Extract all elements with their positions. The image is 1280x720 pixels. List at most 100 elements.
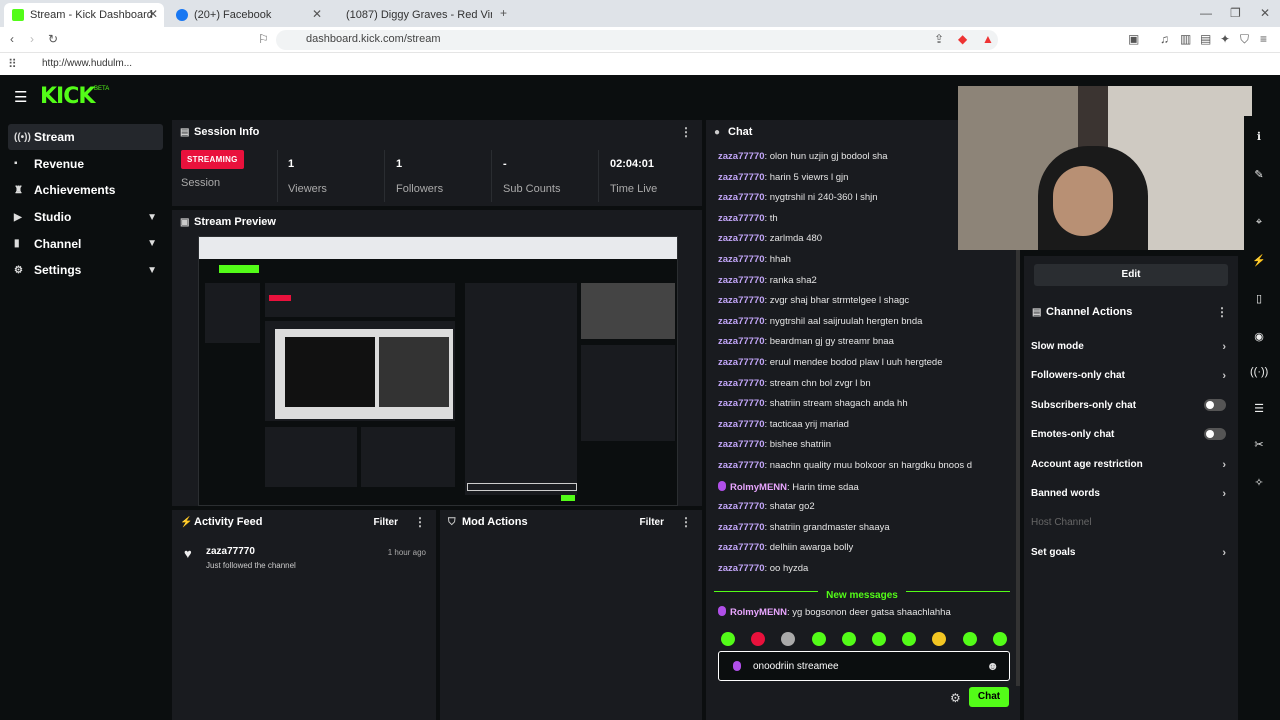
chat-username[interactable]: zaza77770 [718,439,764,450]
chat-username[interactable]: zaza77770 [718,316,764,327]
info-icon[interactable]: ℹ [1250,130,1268,143]
chat-username[interactable]: zaza77770 [718,336,764,347]
reload-icon[interactable]: ↻ [48,32,58,46]
channel-action-row[interactable]: Followers-only chat › [1031,370,1226,382]
menu-icon[interactable]: ≡ [1260,32,1267,46]
bolt-icon[interactable]: ⚡ [1250,254,1268,267]
chat-send-button[interactable]: Chat [969,687,1009,707]
media-icon[interactable]: ♫ [1160,32,1169,46]
activity-user[interactable]: zaza77770 [206,546,255,557]
kick-logo[interactable]: KICK [40,84,95,109]
chat-username[interactable]: zaza77770 [718,542,764,553]
channel-action-row[interactable]: Slow mode › [1031,341,1226,353]
chat-username[interactable]: zaza77770 [718,172,764,183]
forward-icon[interactable]: › [30,32,34,46]
chat-bubble-icon[interactable]: ◉ [1250,330,1268,343]
layers-icon[interactable]: ☰ [1250,402,1268,415]
vpn-icon[interactable]: ⛉ [1240,32,1249,47]
channel-action-row[interactable]: Banned words › [1031,488,1226,500]
filter-button[interactable]: Filter [640,517,664,528]
wallet-icon[interactable]: ▤ [1200,32,1211,46]
brave-shield-icon[interactable]: ◆ [958,32,967,46]
close-tab-icon[interactable]: ✕ [312,7,322,21]
sidebar-item-channel[interactable]: ▮ Channel ▼ [8,231,163,257]
tab-kick-dashboard[interactable]: Stream - Kick Dashboard ✕ [4,3,164,27]
chat-username[interactable]: zaza77770 [718,275,764,286]
emote-icon[interactable] [872,632,886,646]
stat-label: Followers [396,183,444,195]
chat-username[interactable]: RolmyMENN [730,607,787,618]
more-options-icon[interactable]: ⋮ [414,515,426,529]
sparkle-icon[interactable]: ✧ [1250,476,1268,489]
chat-message: zaza77770: shatar go2 [718,501,815,512]
sidebar-icon[interactable]: ▥ [1180,32,1191,46]
chat-settings-icon[interactable]: ⚙ [950,691,961,705]
back-icon[interactable]: ‹ [10,32,14,46]
minimize-icon[interactable]: — [1200,6,1212,20]
chat-username[interactable]: zaza77770 [718,151,764,162]
chat-username[interactable]: zaza77770 [718,398,764,409]
sidebar-item-stream[interactable]: ((•)) Stream [8,124,163,150]
channel-action-row[interactable]: Emotes-only chat [1031,428,1226,441]
emote-icon[interactable] [962,632,977,646]
preview-logo [219,265,259,273]
chat-message: zaza77770: ranka sha2 [718,275,817,286]
target-icon[interactable]: ⌖ [1250,216,1268,229]
url-field[interactable]: dashboard.kick.com/stream [276,30,998,50]
chat-username[interactable]: zaza77770 [718,192,764,203]
emote-icon[interactable] [841,632,856,646]
close-tab-icon[interactable]: ✕ [148,7,158,21]
toggle-switch[interactable] [1204,428,1226,441]
bookmark-item[interactable]: http://www.hudulm... [42,58,132,69]
chat-username[interactable]: zaza77770 [718,254,764,265]
sidebar-item-revenue[interactable]: ▪ Revenue [8,151,163,177]
emote-icon[interactable] [721,632,735,646]
channel-action-row[interactable]: Subscribers-only chat [1031,398,1226,411]
chat-username[interactable]: zaza77770 [718,378,764,389]
more-options-icon[interactable]: ⋮ [1216,305,1228,319]
chat-username[interactable]: zaza77770 [718,419,764,430]
sidebar-item-studio[interactable]: ▶ Studio ▼ [8,204,163,230]
pencil-icon[interactable]: ✎ [1250,168,1268,181]
chat-username[interactable]: zaza77770 [718,213,764,224]
clipboard-icon[interactable]: ▯ [1250,292,1268,305]
bookmark-icon[interactable]: ⚐ [258,32,269,46]
hamburger-icon[interactable]: ☰ [14,88,27,106]
rewards-icon[interactable]: ▲ [982,32,994,46]
chat-username[interactable]: zaza77770 [718,233,764,244]
emote-icon[interactable] [992,632,1007,646]
edit-button[interactable]: Edit [1034,264,1228,286]
more-options-icon[interactable]: ⋮ [680,125,692,139]
sidebar-item-settings[interactable]: ⚙ Settings ▼ [8,257,163,283]
restore-icon[interactable]: ❐ [1230,6,1241,20]
tab-youtube[interactable]: (1087) Diggy Graves - Red Viney... [332,3,492,27]
chat-username[interactable]: zaza77770 [718,295,764,306]
extensions-icon[interactable]: ▣ [1128,32,1139,46]
share-icon[interactable]: ⇪ [934,32,944,46]
stream-preview-video[interactable] [198,236,678,506]
apps-icon[interactable]: ⠿ [8,57,17,71]
channel-action-row[interactable]: Set goals › [1031,547,1226,559]
chat-input[interactable]: onoodriin streamee ☻ [718,651,1010,681]
trophy-icon: ♜ [14,184,23,196]
leo-icon[interactable]: ✦ [1220,32,1230,46]
chat-username[interactable]: zaza77770 [718,522,764,533]
sidebar-item-achievements[interactable]: ♜ Achievements [8,177,163,203]
emote-icon[interactable] [811,632,826,646]
chat-username[interactable]: zaza77770 [718,357,764,368]
preview-browser-chrome [199,237,677,259]
new-tab-icon[interactable]: + [500,6,507,20]
channel-action-row[interactable]: Account age restriction › [1031,459,1226,471]
filter-button[interactable]: Filter [374,517,398,528]
close-window-icon[interactable]: ✕ [1260,6,1270,20]
more-options-icon[interactable]: ⋮ [680,515,692,529]
chat-username[interactable]: zaza77770 [718,460,764,471]
tab-facebook[interactable]: (20+) Facebook ✕ [168,3,328,27]
broadcast-icon[interactable]: ((·)) [1250,366,1268,378]
chat-username[interactable]: RolmyMENN [730,482,787,493]
chat-username[interactable]: zaza77770 [718,501,764,512]
toggle-switch[interactable] [1204,398,1226,411]
emoji-icon[interactable]: ☻ [986,659,999,673]
tools-icon[interactable]: ✂ [1250,438,1268,451]
chat-username[interactable]: zaza77770 [718,563,764,574]
